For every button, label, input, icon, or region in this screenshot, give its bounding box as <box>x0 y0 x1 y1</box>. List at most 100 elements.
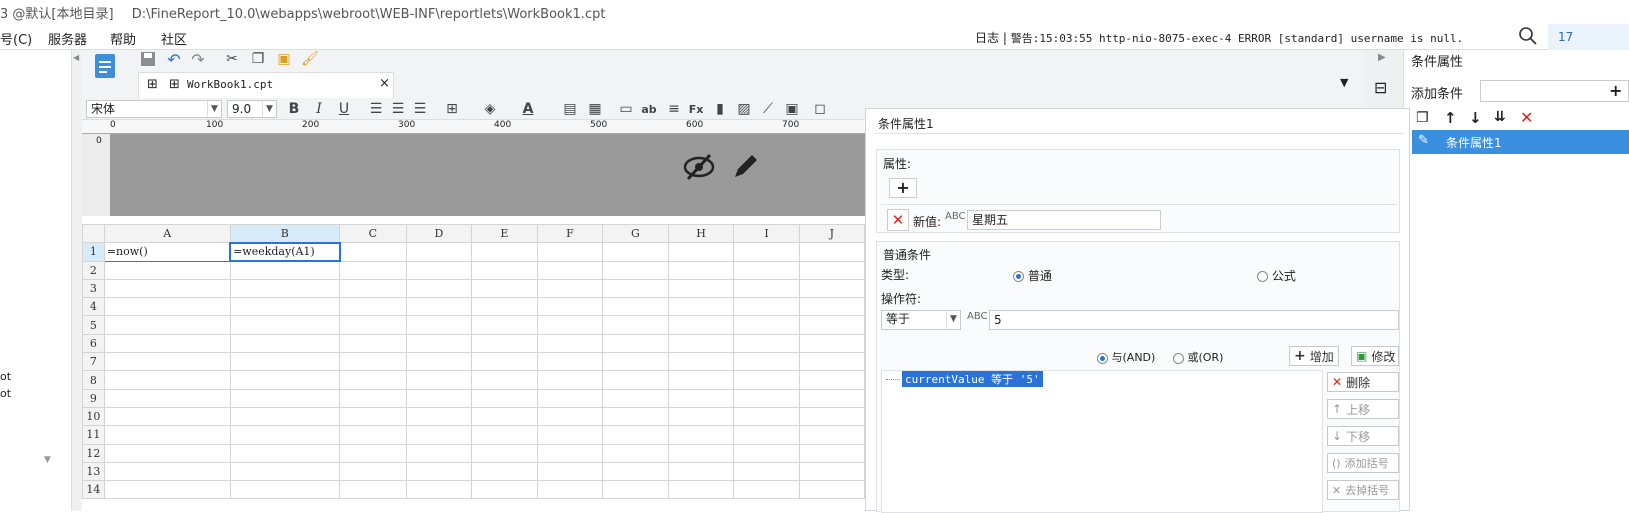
cell[interactable] <box>733 443 800 463</box>
collapse-strip[interactable]: ◀ <box>72 50 82 511</box>
cell[interactable] <box>536 480 604 500</box>
menu-item-community[interactable]: 社区 <box>161 29 187 48</box>
user-badge[interactable]: 17 <box>1548 24 1629 50</box>
cell[interactable] <box>733 242 800 262</box>
formula-icon[interactable]: Fx <box>686 100 706 118</box>
cell[interactable] <box>405 425 473 445</box>
image-icon[interactable]: ▨ <box>734 100 754 118</box>
cell[interactable] <box>471 315 538 335</box>
cell[interactable] <box>733 370 800 390</box>
tree-item[interactable]: ot <box>0 387 11 400</box>
column-header[interactable]: J <box>798 224 865 244</box>
cell[interactable] <box>471 333 538 354</box>
cell[interactable] <box>471 352 538 372</box>
log-label[interactable]: 日志 <box>975 31 999 45</box>
abc-type-icon[interactable]: ABC <box>945 211 966 222</box>
cell[interactable] <box>733 461 800 482</box>
cell[interactable] <box>733 260 800 280</box>
column-header[interactable]: C <box>339 224 407 244</box>
cell[interactable] <box>405 443 473 463</box>
cell[interactable] <box>602 406 669 427</box>
column-header[interactable]: B <box>229 224 341 244</box>
cell[interactable] <box>667 242 735 262</box>
select-all-corner[interactable] <box>82 224 105 244</box>
cell[interactable] <box>798 425 865 445</box>
cell[interactable] <box>798 406 865 427</box>
column-header[interactable]: F <box>536 224 604 244</box>
row-header[interactable]: 7 <box>82 352 105 372</box>
row-header[interactable]: 9 <box>82 388 105 408</box>
cell[interactable] <box>229 333 341 354</box>
cell[interactable] <box>229 297 341 317</box>
cell[interactable] <box>602 461 669 482</box>
cell[interactable] <box>798 370 865 390</box>
cell-a1[interactable]: =now() <box>103 242 231 262</box>
delete-button[interactable]: ✕ 删除 <box>1327 372 1399 392</box>
merge-icon[interactable]: ▤ <box>560 100 580 118</box>
format-painter-icon[interactable]: 🖌 <box>300 50 320 68</box>
cell[interactable] <box>733 406 800 427</box>
row-header[interactable]: 13 <box>82 461 105 482</box>
cell[interactable] <box>733 315 800 335</box>
cell[interactable] <box>536 370 604 390</box>
cell[interactable] <box>667 278 735 299</box>
font-select[interactable]: 宋体 ▼ <box>86 100 222 118</box>
cell[interactable] <box>667 480 735 500</box>
spreadsheet[interactable]: A B C D E F G H I J 1 =now() =weekday(A1… <box>82 224 865 511</box>
cell[interactable] <box>602 278 669 299</box>
cell[interactable] <box>339 370 407 390</box>
cell[interactable] <box>798 315 865 335</box>
radio-formula[interactable]: 公式 <box>1257 267 1296 284</box>
cell[interactable] <box>103 315 231 335</box>
cell[interactable] <box>798 278 865 299</box>
cell[interactable] <box>667 260 735 280</box>
cell[interactable] <box>471 242 538 262</box>
cell[interactable] <box>103 370 231 390</box>
menu-item-help[interactable]: 帮助 <box>110 29 136 48</box>
cell[interactable] <box>667 443 735 463</box>
slash-icon[interactable]: ⟋ <box>758 100 778 118</box>
cell[interactable] <box>602 242 669 262</box>
cell[interactable] <box>405 461 473 482</box>
column-header[interactable]: D <box>405 224 473 244</box>
cell[interactable] <box>798 333 865 354</box>
redo-icon[interactable]: ↷ <box>188 50 208 69</box>
underline-icon[interactable]: U <box>334 100 354 118</box>
cell[interactable] <box>405 352 473 372</box>
cell[interactable] <box>471 461 538 482</box>
cell[interactable] <box>229 315 341 335</box>
cell[interactable] <box>405 278 473 299</box>
cell[interactable] <box>339 406 407 427</box>
cell[interactable] <box>602 443 669 463</box>
text-icon[interactable]: ab <box>639 100 659 118</box>
row-header[interactable]: 4 <box>82 297 105 317</box>
cell[interactable] <box>229 370 341 390</box>
chevron-down-icon[interactable]: ▼ <box>44 455 51 465</box>
cell[interactable] <box>103 297 231 317</box>
align-left-icon[interactable]: ☰ <box>366 100 386 118</box>
save-icon[interactable] <box>138 50 158 68</box>
move-down-button[interactable]: ↓ 下移 <box>1327 426 1399 446</box>
cell[interactable] <box>536 425 604 445</box>
eye-off-icon[interactable] <box>682 152 716 185</box>
row-header[interactable]: 3 <box>82 278 105 299</box>
cell[interactable] <box>405 315 473 335</box>
cell[interactable] <box>471 406 538 427</box>
remove-bracket-button[interactable]: ✕ 去掉括号 <box>1327 480 1399 500</box>
cell[interactable] <box>733 297 800 317</box>
cell[interactable] <box>667 461 735 482</box>
cell[interactable] <box>229 425 341 445</box>
add-attribute-button[interactable]: + <box>889 178 917 198</box>
cell[interactable] <box>103 260 231 280</box>
chart-icon[interactable]: ▮ <box>710 100 730 118</box>
cell[interactable] <box>405 242 473 262</box>
bold-icon[interactable]: B <box>284 100 304 118</box>
align-right-icon[interactable]: ☰ <box>410 100 430 118</box>
fill-color-icon[interactable]: ◈ <box>480 100 500 118</box>
add-button[interactable]: + 增加 <box>1289 346 1339 366</box>
new-value-input[interactable]: 星期五 <box>967 210 1161 230</box>
move-bottom-icon[interactable]: ⇊ <box>1494 109 1506 125</box>
row-header[interactable]: 1 <box>82 242 105 262</box>
cell[interactable] <box>798 461 865 482</box>
cell[interactable] <box>339 333 407 354</box>
